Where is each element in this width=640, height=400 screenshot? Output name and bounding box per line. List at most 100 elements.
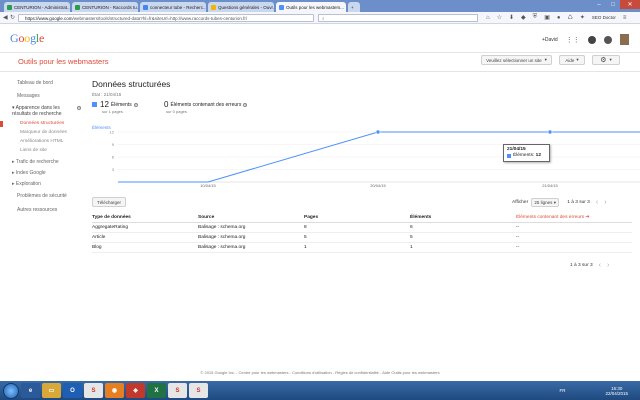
app-sw-icon[interactable]: S	[84, 383, 103, 398]
data-point[interactable]	[375, 129, 381, 135]
reload-icon[interactable]: ↻	[10, 14, 15, 21]
col-items[interactable]: Éléments	[410, 215, 516, 220]
ie-icon[interactable]: e	[21, 383, 40, 398]
cell-source: Balisage : schema.org	[198, 245, 246, 250]
table-row[interactable]: AggregateRating Balisage : schema.org 8 …	[92, 223, 632, 233]
person-icon[interactable]: ●	[557, 15, 561, 21]
browser-tab[interactable]: CENTURION - Raccords tu...×	[72, 2, 138, 12]
next-page-icon[interactable]: ›	[604, 199, 606, 206]
col-errors[interactable]: Éléments contenant des erreurs ➔	[516, 215, 632, 220]
browser-tab[interactable]: Outils pour les webmasters...×	[276, 2, 346, 12]
x-tick-label: 10/04/15	[200, 183, 216, 188]
share-icon[interactable]	[603, 35, 612, 44]
menu-icon[interactable]: ≡	[623, 15, 627, 21]
avatar[interactable]	[619, 34, 629, 45]
table-row[interactable]: Blog Balisage : schema.org 1 1 --	[92, 243, 632, 253]
shield-icon[interactable]: ⛨	[533, 14, 538, 21]
col-pages[interactable]: Pages	[304, 215, 410, 220]
extension-icon[interactable]: ◆	[521, 14, 526, 21]
close-window-icon[interactable]: ✕	[620, 0, 640, 9]
pagination-bottom: 1 à 3 sur 3 ‹ ›	[570, 262, 609, 269]
folder-icon[interactable]: ▭	[42, 383, 61, 398]
cell-errors: --	[516, 235, 520, 240]
sidebar-item-search-appearance[interactable]: ▾ Apparence dans les résultats de recher…	[12, 105, 74, 117]
sidebar-item-crawl[interactable]: ▸ Exploration	[12, 181, 41, 187]
minimize-icon[interactable]: –	[592, 0, 606, 9]
start-button[interactable]	[3, 382, 19, 399]
language-indicator[interactable]: FR	[559, 388, 565, 393]
download-button[interactable]: Télécharger	[92, 197, 126, 207]
tab-label: CENTURION - Administrat...	[14, 4, 70, 10]
firefox-icon[interactable]: ◉	[105, 383, 124, 398]
page-footer: © 2015 Google Inc. - Centre pour les web…	[200, 370, 440, 375]
tooltip-value: 12	[535, 153, 542, 158]
sidebar-sub-data-highlighter[interactable]: Marqueur de données	[20, 130, 67, 135]
sidebar-sub-structured-data[interactable]: Données structurées	[20, 121, 64, 126]
google-logo[interactable]: Google	[10, 31, 44, 46]
series-color-swatch[interactable]	[92, 102, 97, 107]
user-link[interactable]: +David	[542, 37, 558, 43]
next-page-icon[interactable]: ›	[607, 262, 609, 269]
page-title: Données structurées	[92, 79, 171, 89]
apps-grid-icon[interactable]: ⋮⋮	[566, 36, 580, 44]
tooltip-date: 21/04/15	[507, 147, 526, 152]
y-tick-label: 12	[110, 130, 115, 135]
sidebar-sub-html-improvements[interactable]: Améliorations HTML	[20, 139, 63, 144]
url-field[interactable]: https://www.google.com/webmasters/tools/…	[18, 14, 314, 22]
app-sw2-icon[interactable]: S	[168, 383, 187, 398]
rows-select[interactable]: 25 lignes ▾	[531, 198, 560, 207]
status-date: État : 21/04/15	[92, 92, 122, 97]
back-icon[interactable]: ◀	[3, 14, 8, 21]
help-icon[interactable]: ?	[77, 106, 81, 110]
browser-tab[interactable]: connecteur tube - Recherc...×	[140, 2, 206, 12]
sidebar-item-security[interactable]: Problèmes de sécurité	[17, 193, 67, 199]
outlook-icon[interactable]: O	[63, 383, 82, 398]
favicon-icon	[143, 4, 148, 10]
app-red-icon[interactable]: ◈	[126, 383, 145, 398]
table-row[interactable]: Article Balisage : schema.org 5 5 --	[92, 233, 632, 243]
prev-page-icon[interactable]: ‹	[599, 262, 601, 269]
cell-pages: 8	[304, 225, 307, 230]
new-tab-button[interactable]: +	[348, 2, 360, 12]
cell-type[interactable]: AggregateRating	[92, 225, 198, 230]
data-point[interactable]	[547, 129, 553, 135]
cell-items: 6	[410, 225, 413, 230]
sidebar-item-search-traffic[interactable]: ▸ Trafic de recherche	[12, 159, 59, 165]
maximize-icon[interactable]: □	[606, 0, 620, 9]
seo-doctor-label[interactable]: SEO Doctor	[592, 15, 616, 20]
site-select[interactable]: Veuillez sélectionner un site ▾	[481, 55, 552, 65]
excel-icon[interactable]: X	[147, 383, 166, 398]
lock-icon[interactable]: ▣	[544, 14, 550, 21]
system-clock[interactable]: 15:30 22/04/2015	[605, 386, 628, 396]
help-icon[interactable]: ?	[243, 102, 248, 107]
browser-tab[interactable]: CENTURION - Administrat...×	[4, 2, 70, 12]
home-icon[interactable]: ⌂	[486, 15, 490, 21]
bookmark-icon[interactable]: ☆	[497, 14, 502, 21]
prev-page-icon[interactable]: ‹	[596, 199, 598, 206]
cell-pages: 1	[304, 245, 307, 250]
sync-icon[interactable]: ♺	[567, 14, 572, 21]
col-source[interactable]: Source	[198, 215, 304, 220]
cell-type[interactable]: Blog	[92, 245, 198, 250]
sidebar-item-other-resources[interactable]: Autres ressources	[17, 207, 57, 213]
app-sw3-icon[interactable]: S	[189, 383, 208, 398]
settings-icon[interactable]: ✦	[580, 14, 585, 21]
browser-tab[interactable]: Questions générales - Ouvr...×	[208, 2, 274, 12]
sidebar-item-dashboard[interactable]: Tableau de bord	[17, 80, 53, 86]
notifications-icon[interactable]	[587, 35, 596, 44]
download-icon[interactable]: ⬇	[509, 14, 514, 21]
clock-date: 22/04/2015	[605, 390, 628, 396]
sidebar-item-google-index[interactable]: ▸ Index Google	[12, 170, 46, 176]
help-icon[interactable]: ?	[133, 102, 138, 107]
sidebar-item-label: Trafic de recherche	[15, 159, 59, 165]
close-tab-icon[interactable]: ×	[344, 5, 346, 10]
sidebar-item-messages[interactable]: Messages	[17, 93, 40, 99]
settings-button[interactable]: ⚙ ▾	[592, 55, 620, 65]
sidebar-sub-sitelinks[interactable]: Liens de site	[20, 148, 47, 153]
pagination-top: Afficher 25 lignes ▾ 1 à 3 sur 3 ‹ ›	[512, 198, 607, 207]
cell-type[interactable]: Article	[92, 235, 198, 240]
col-type[interactable]: Type de données	[92, 215, 198, 220]
browser-search-field[interactable]: ⌕	[318, 14, 478, 22]
help-button[interactable]: Aide ▾	[559, 55, 585, 65]
wmt-title[interactable]: Outils pour les webmasters	[18, 57, 108, 66]
